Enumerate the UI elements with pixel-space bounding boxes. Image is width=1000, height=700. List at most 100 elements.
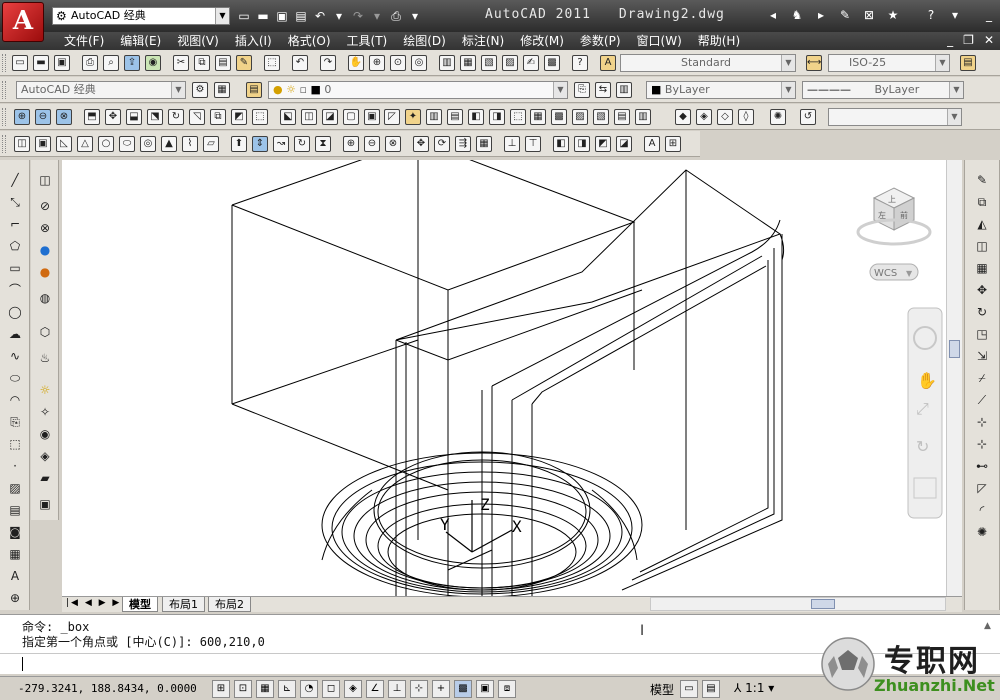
delete-faces-icon[interactable]: ⬔ [147, 109, 163, 125]
clean-icon[interactable]: ◫ [301, 109, 317, 125]
toolbar-grip[interactable] [2, 135, 6, 153]
sweep-icon[interactable]: ↝ [273, 136, 289, 152]
cut-icon[interactable]: ✂ [173, 55, 189, 71]
fillet-icon[interactable]: ◜ [973, 502, 991, 518]
orbit-icon[interactable]: ↺ [800, 109, 816, 125]
explode-icon[interactable]: ✺ [973, 524, 991, 540]
wcs-menu-label[interactable]: WCS [874, 268, 897, 279]
plot-preview-icon[interactable]: ⌕ [103, 55, 119, 71]
tab-layout2[interactable]: 布局2 [208, 597, 251, 612]
render-environment-icon[interactable]: ▰ [36, 470, 54, 486]
imprint-icon[interactable]: ⬕ [280, 109, 296, 125]
box-wire-icon[interactable]: ▦ [530, 109, 546, 125]
object-snap-icon[interactable]: ◻ [322, 680, 340, 698]
layer-properties-icon[interactable]: ▤ [246, 82, 262, 98]
command-scroll-up[interactable]: ▲ [984, 621, 991, 631]
construction-line-icon[interactable]: ⤡ [6, 194, 24, 210]
view-icon[interactable]: ◧ [553, 136, 569, 152]
toolbar-grip[interactable] [2, 54, 6, 72]
polar-tracking-icon[interactable]: ◔ [300, 680, 318, 698]
section-icon[interactable]: ▥ [426, 109, 442, 125]
ortho-mode-icon[interactable]: ⊾ [278, 680, 296, 698]
menu-item-6[interactable]: 绘图(D) [395, 33, 454, 49]
design-center-icon[interactable]: ▦ [460, 55, 476, 71]
table-icon[interactable]: ▦ [6, 546, 24, 562]
communication-center-icon[interactable]: ⊠ [861, 7, 877, 23]
chevron-down-icon[interactable]: ▼ [781, 55, 795, 71]
my-workspace-icon[interactable]: ▦ [214, 82, 230, 98]
array-icon[interactable]: ▦ [973, 260, 991, 276]
view-icon[interactable]: ◩ [595, 136, 611, 152]
separate-icon[interactable]: ◪ [322, 109, 338, 125]
visual-style-combo[interactable]: ▼ [828, 108, 962, 126]
toolbar-grip[interactable] [2, 81, 6, 99]
make-block-icon[interactable]: ⬚ [6, 436, 24, 452]
copy-edges-icon[interactable]: ⬚ [252, 109, 268, 125]
chevron-left-icon[interactable]: ◂ [765, 7, 781, 23]
circle-icon[interactable]: ◯ [6, 304, 24, 320]
chevron-down-icon[interactable]: ▼ [781, 82, 795, 98]
interfere-icon[interactable]: ✦ [405, 109, 421, 125]
table-style-icon[interactable]: ▤ [960, 55, 976, 71]
pan-hand-icon[interactable]: ✋ [917, 371, 937, 390]
zoom-extents-icon[interactable]: ⤢ [916, 399, 929, 418]
point-light-icon[interactable]: ✧ [36, 404, 54, 420]
polygon-icon[interactable]: ⬠ [6, 238, 24, 254]
check-icon[interactable]: ▣ [364, 109, 380, 125]
pan-realtime-icon[interactable]: ✋ [348, 55, 364, 71]
chamfer-icon[interactable]: ◸ [973, 480, 991, 496]
offset-icon[interactable]: ◫ [973, 238, 991, 254]
redo-icon[interactable]: ↷ [350, 8, 366, 24]
add-selected-icon[interactable]: ⊕ [6, 590, 24, 606]
application-menu-button[interactable]: A [2, 2, 44, 42]
paste-icon[interactable]: ▤ [215, 55, 231, 71]
break-at-point-icon[interactable]: ⊹ [973, 414, 991, 430]
rectangle-icon[interactable]: ▭ [6, 260, 24, 276]
markup-icon[interactable]: ✍ [523, 55, 539, 71]
save-icon[interactable]: ▣ [274, 8, 290, 24]
match-properties-icon[interactable]: ✎ [236, 55, 252, 71]
insert-block-icon[interactable]: ⎘ [6, 414, 24, 430]
dynamic-input-icon[interactable]: ⊹ [410, 680, 428, 698]
layer-combo[interactable]: ● ☼ ▫ ■ 0 ▼ [268, 81, 568, 99]
loft-icon[interactable]: ⧗ [315, 136, 331, 152]
color-combo[interactable]: ■ ByLayer ▼ [646, 81, 796, 99]
menu-item-7[interactable]: 标注(N) [454, 33, 512, 49]
zoom-previous-icon[interactable]: ◎ [411, 55, 427, 71]
ellipse-icon[interactable]: ⬭ [6, 370, 24, 386]
menu-item-9[interactable]: 参数(P) [572, 33, 629, 49]
join-icon[interactable]: ⊷ [973, 458, 991, 474]
sphere-icon[interactable]: ○ [98, 136, 114, 152]
materials-icon[interactable]: ⬡ [36, 324, 54, 340]
revision-cloud-icon[interactable]: ☁ [6, 326, 24, 342]
chevron-down-icon[interactable]: ▼ [553, 82, 567, 98]
object-snap-tracking-icon[interactable]: ∠ [366, 680, 384, 698]
chevron-down-icon[interactable]: ▾ [369, 8, 385, 24]
tab-layout1[interactable]: 布局1 [162, 597, 205, 612]
text-icon[interactable]: A [644, 136, 660, 152]
box-conceptual-icon[interactable]: ▤ [614, 109, 630, 125]
convert-to-solid-icon[interactable]: ◧ [468, 109, 484, 125]
break-icon[interactable]: ⊹ [973, 436, 991, 452]
3d-array-icon[interactable]: ▦ [476, 136, 492, 152]
lights-icon[interactable]: ◍ [36, 290, 54, 306]
save-as-icon[interactable]: ▤ [293, 8, 309, 24]
binoculars-icon[interactable]: ♞ [789, 7, 805, 23]
extrude-icon[interactable]: ⬆ [231, 136, 247, 152]
planar-surface-icon[interactable]: ▱ [203, 136, 219, 152]
viewcube[interactable]: 上 左 前 WCS ▼ [856, 187, 932, 281]
ellipse-arc-icon[interactable]: ◠ [6, 392, 24, 408]
render-region-icon[interactable]: ▣ [36, 496, 54, 512]
vertical-scrollbar[interactable] [946, 160, 962, 596]
hide-icon[interactable]: ◫ [36, 172, 54, 188]
model-space-label[interactable]: 模型 [650, 681, 674, 698]
box-realistic-icon[interactable]: ▧ [593, 109, 609, 125]
wrench-icon[interactable]: ✎ [837, 7, 853, 23]
line-icon[interactable]: ╱ [6, 172, 24, 188]
3d-object-snap-icon[interactable]: ◈ [344, 680, 362, 698]
extend-icon[interactable]: ⟋ [973, 392, 991, 408]
offset-faces-icon[interactable]: ⬓ [126, 109, 142, 125]
new-file-icon[interactable]: ▭ [236, 8, 252, 24]
dimension-icon[interactable]: ⊞ [665, 136, 681, 152]
cone-icon[interactable]: △ [77, 136, 93, 152]
